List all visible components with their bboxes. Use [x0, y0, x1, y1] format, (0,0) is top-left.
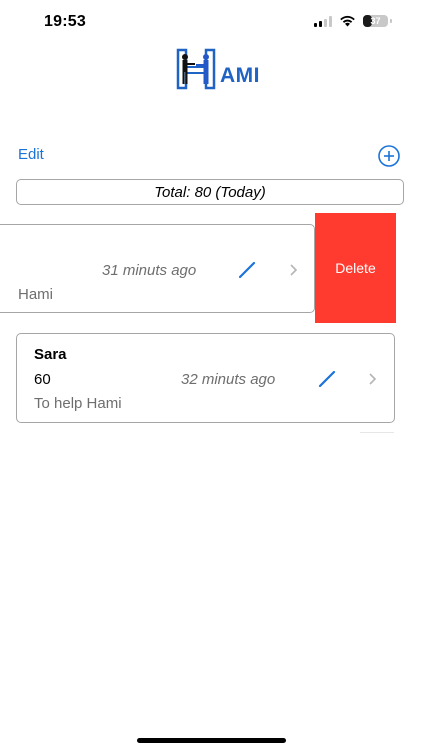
total-text: Total: 80 (Today) — [154, 183, 266, 201]
battery-icon: 37 — [363, 15, 388, 27]
chevron-right-icon — [369, 373, 377, 385]
app-logo: AMI — [176, 46, 276, 92]
battery-percent: 37 — [370, 16, 381, 26]
pencil-icon[interactable] — [237, 260, 257, 280]
edit-button[interactable]: Edit — [18, 146, 44, 163]
signal-icon — [314, 15, 332, 27]
entry-description: Hami — [18, 286, 54, 303]
list-item[interactable]: 31 minuts ago Hami — [0, 224, 315, 313]
list-item[interactable]: Sara 60 32 minuts ago To help Hami — [16, 333, 395, 423]
hami-logo-icon — [176, 48, 216, 90]
pencil-icon[interactable] — [317, 369, 337, 389]
entry-time: 31 minuts ago — [102, 262, 197, 279]
delete-button[interactable]: Delete — [315, 213, 396, 323]
entry-description: To help Hami — [34, 395, 122, 412]
plus-circle-icon[interactable] — [378, 145, 400, 167]
logo-text: AMI — [220, 64, 260, 87]
status-icons: 37 — [314, 15, 392, 27]
wifi-icon — [340, 15, 355, 27]
entry-name: Sara — [34, 346, 67, 363]
divider — [360, 432, 394, 433]
total-summary: Total: 80 (Today) — [16, 179, 404, 205]
chevron-right-icon — [290, 264, 298, 276]
status-bar: 19:53 37 — [0, 0, 422, 44]
entry-time: 32 minuts ago — [181, 371, 276, 388]
entry-amount: 60 — [34, 371, 51, 388]
home-indicator — [137, 738, 286, 743]
swiped-row: 31 minuts ago Hami Delete — [0, 213, 396, 323]
status-time: 19:53 — [44, 13, 86, 30]
